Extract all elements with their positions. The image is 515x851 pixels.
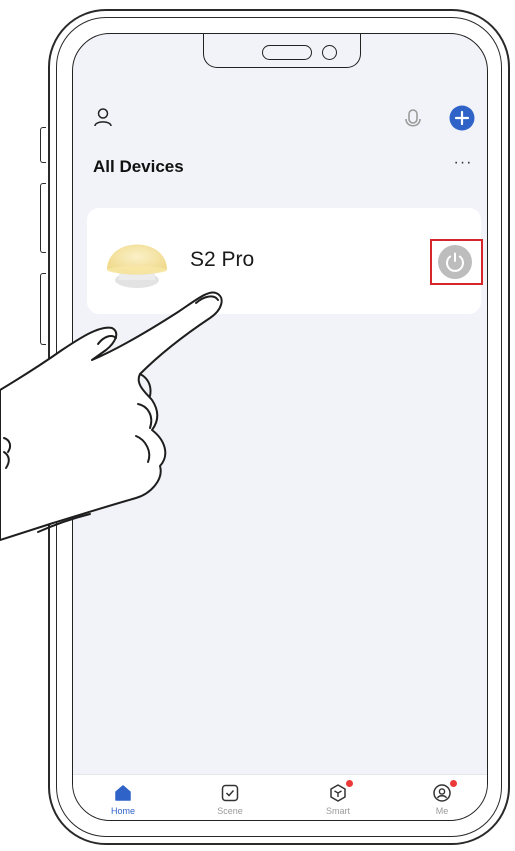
tab-label: Home xyxy=(110,806,135,816)
silent-switch xyxy=(40,127,46,163)
more-options-button[interactable]: ··· xyxy=(451,155,475,174)
checkbox-icon xyxy=(221,784,239,802)
tab-label: Scene xyxy=(217,806,243,816)
tab-me[interactable]: Me xyxy=(412,779,472,819)
tab-home[interactable]: Home xyxy=(93,779,153,819)
tab-label: Me xyxy=(435,806,449,816)
home-icon xyxy=(115,785,131,801)
notch xyxy=(203,34,361,68)
notification-badge xyxy=(346,780,353,787)
speaker-grille xyxy=(262,45,312,60)
notification-badge xyxy=(450,780,457,787)
mushroom-lamp-image xyxy=(105,230,169,292)
bottom-tab-bar: Home Scene Smart Me xyxy=(73,774,487,820)
profile-icon[interactable] xyxy=(92,106,114,128)
add-device-button[interactable] xyxy=(449,105,475,131)
power-icon xyxy=(446,252,464,272)
volume-down-button xyxy=(40,273,46,345)
device-card[interactable]: S2 Pro xyxy=(87,208,483,314)
user-circle-icon xyxy=(433,784,451,802)
front-camera xyxy=(322,45,337,60)
tab-scene[interactable]: Scene xyxy=(200,779,260,819)
page-title: All Devices xyxy=(93,157,184,176)
tab-smart[interactable]: Smart xyxy=(308,779,368,819)
cube-icon xyxy=(330,784,346,802)
volume-up-button xyxy=(40,183,46,253)
tab-label: Smart xyxy=(325,806,350,816)
power-button[interactable] xyxy=(438,245,472,279)
microphone-icon[interactable] xyxy=(403,108,423,130)
device-name: S2 Pro xyxy=(190,248,255,271)
phone-screen: All Devices ··· S2 Pro Home Scene Smart … xyxy=(72,33,488,821)
